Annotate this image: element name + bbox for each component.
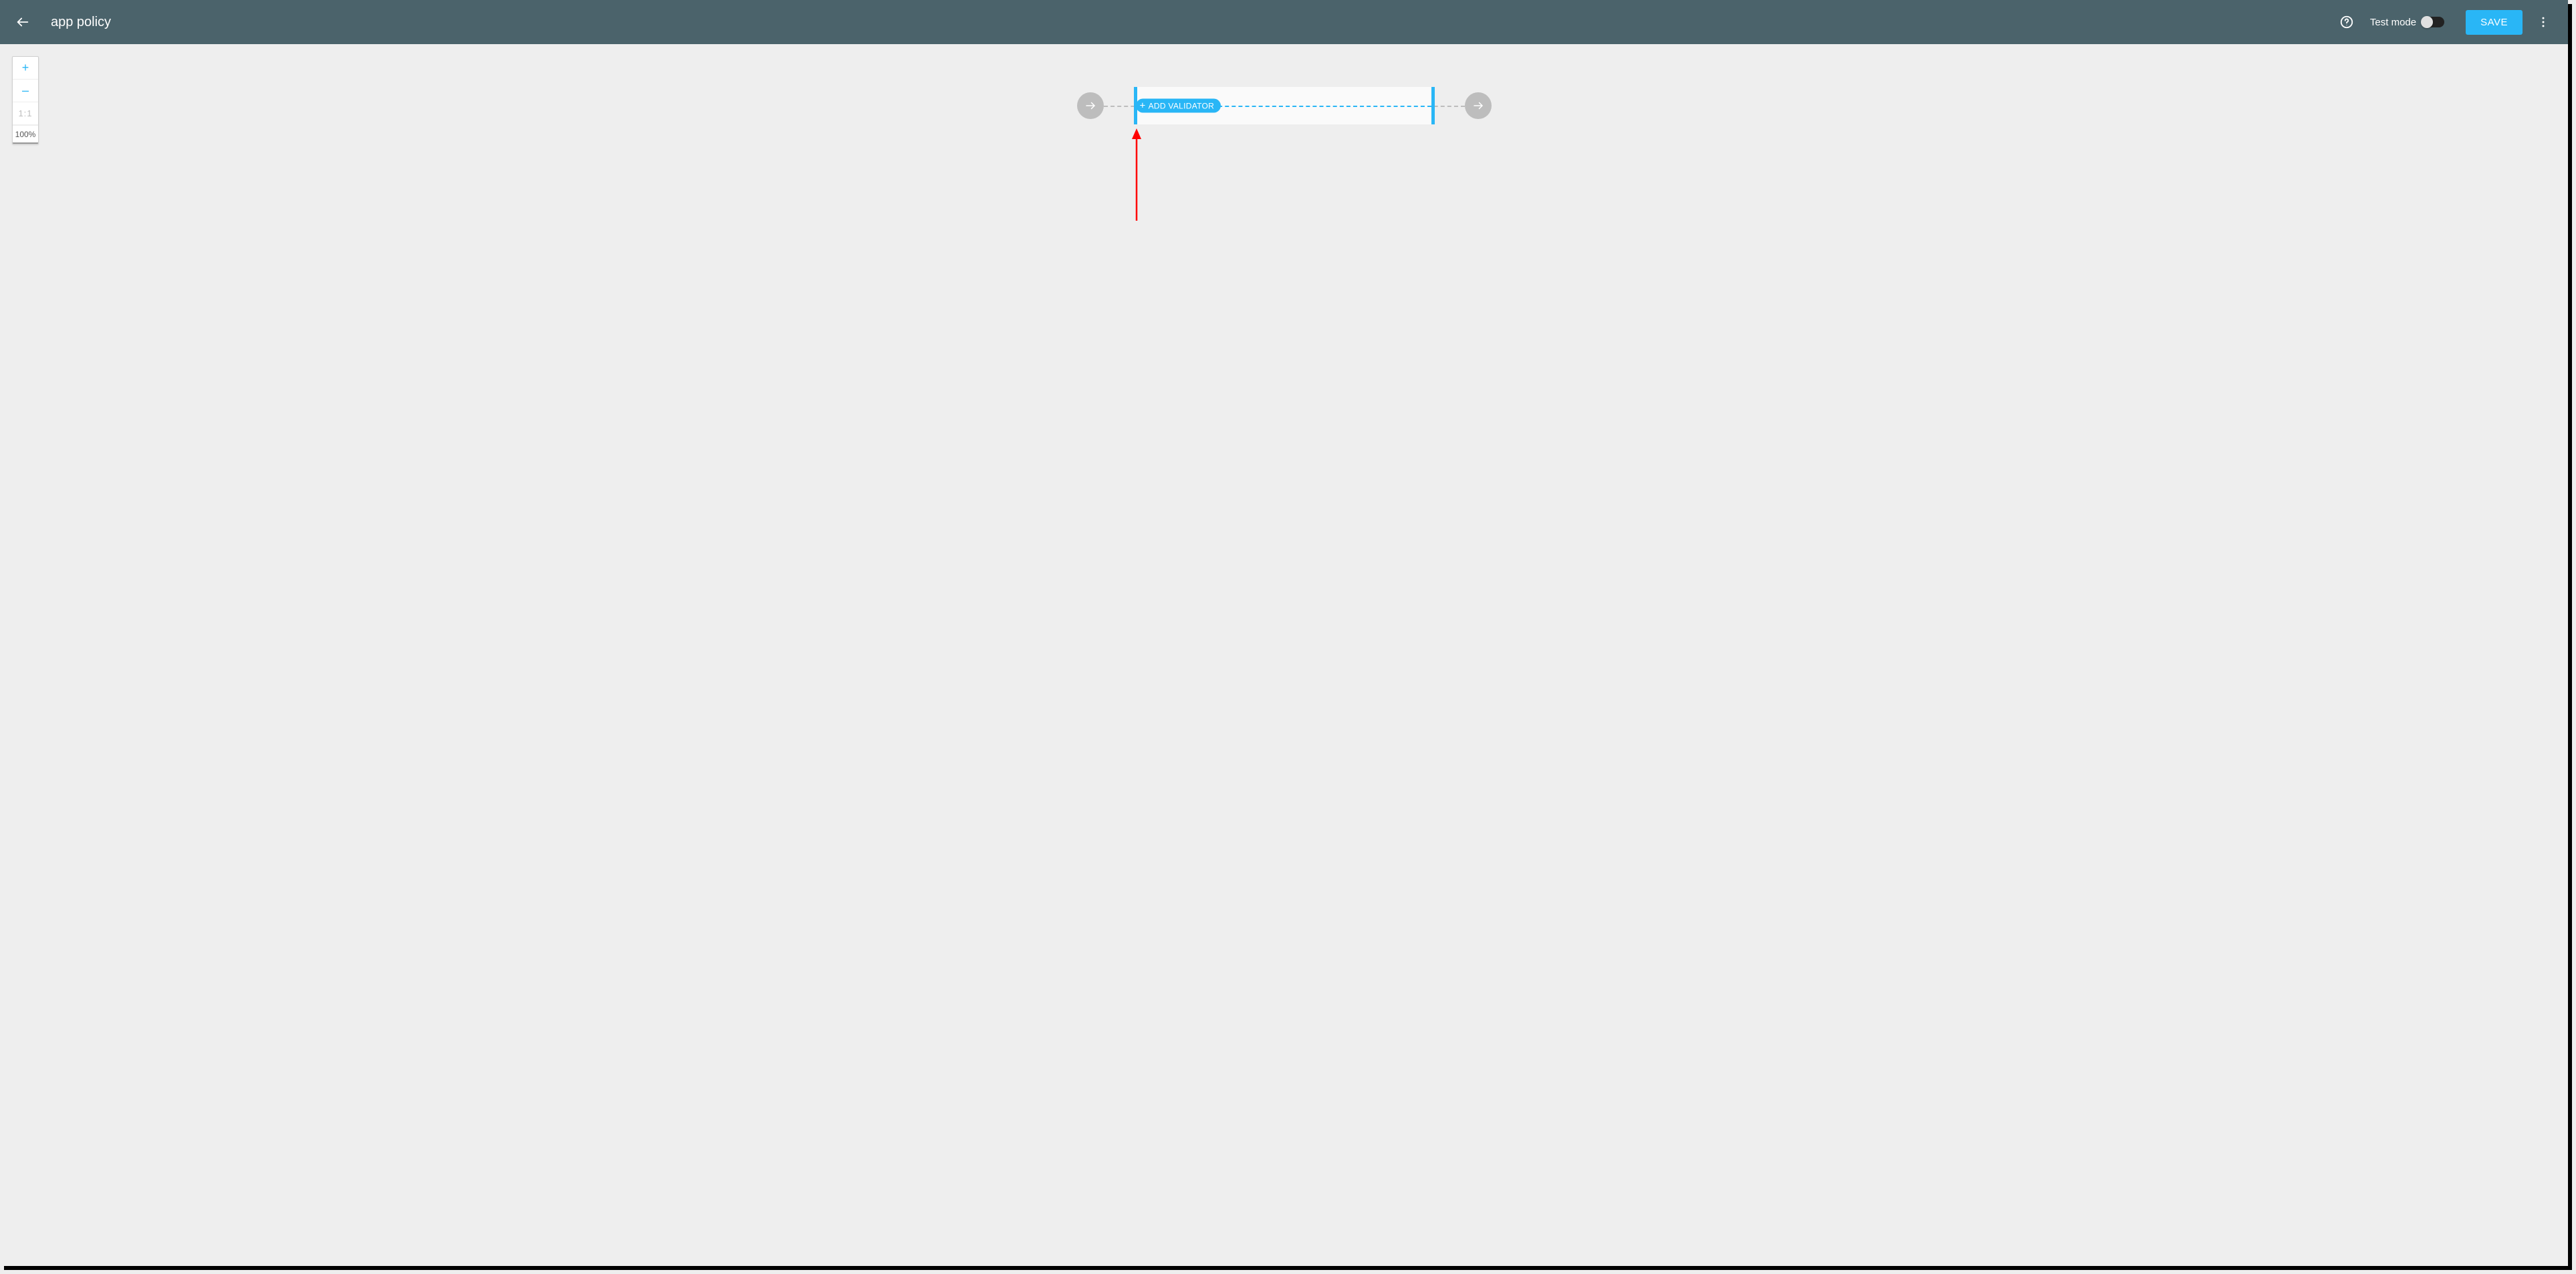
policy-canvas[interactable]: + – 1:1 100% + ADD VALIDATOR bbox=[0, 44, 2568, 1266]
plus-icon: + bbox=[1140, 101, 1146, 111]
help-circle-icon bbox=[2339, 15, 2354, 29]
toggle-knob bbox=[2421, 16, 2433, 28]
kebab-icon bbox=[2537, 15, 2550, 29]
zoom-control: + – 1:1 100% bbox=[12, 56, 39, 144]
arrow-right-icon bbox=[1084, 100, 1096, 112]
pipeline-end-node[interactable] bbox=[1465, 92, 1492, 119]
arrow-right-icon bbox=[1472, 100, 1484, 112]
zoom-reset-button[interactable]: 1:1 bbox=[13, 102, 38, 125]
app-window: app policy Test mode SAVE bbox=[0, 0, 2568, 1266]
save-button[interactable]: SAVE bbox=[2466, 10, 2523, 35]
annotation-arrow bbox=[1136, 138, 1137, 218]
page-title: app policy bbox=[51, 15, 111, 30]
policy-pipeline: + ADD VALIDATOR bbox=[1077, 87, 1492, 124]
arrow-left-icon bbox=[15, 15, 30, 29]
help-button[interactable] bbox=[2335, 11, 2358, 33]
test-mode-label: Test mode bbox=[2370, 17, 2416, 28]
pipeline-start-node[interactable] bbox=[1077, 92, 1104, 119]
zoom-percent-label: 100% bbox=[13, 125, 38, 144]
more-menu-button[interactable] bbox=[2532, 11, 2555, 33]
add-validator-button[interactable]: + ADD VALIDATOR bbox=[1136, 99, 1221, 113]
zoom-in-button[interactable]: + bbox=[13, 57, 38, 80]
back-button[interactable] bbox=[13, 13, 32, 31]
test-mode-control: Test mode bbox=[2370, 17, 2444, 28]
test-mode-toggle[interactable] bbox=[2422, 17, 2444, 27]
add-validator-label: ADD VALIDATOR bbox=[1149, 101, 1215, 110]
zoom-out-button[interactable]: – bbox=[13, 80, 38, 102]
header-bar: app policy Test mode SAVE bbox=[0, 0, 2568, 44]
